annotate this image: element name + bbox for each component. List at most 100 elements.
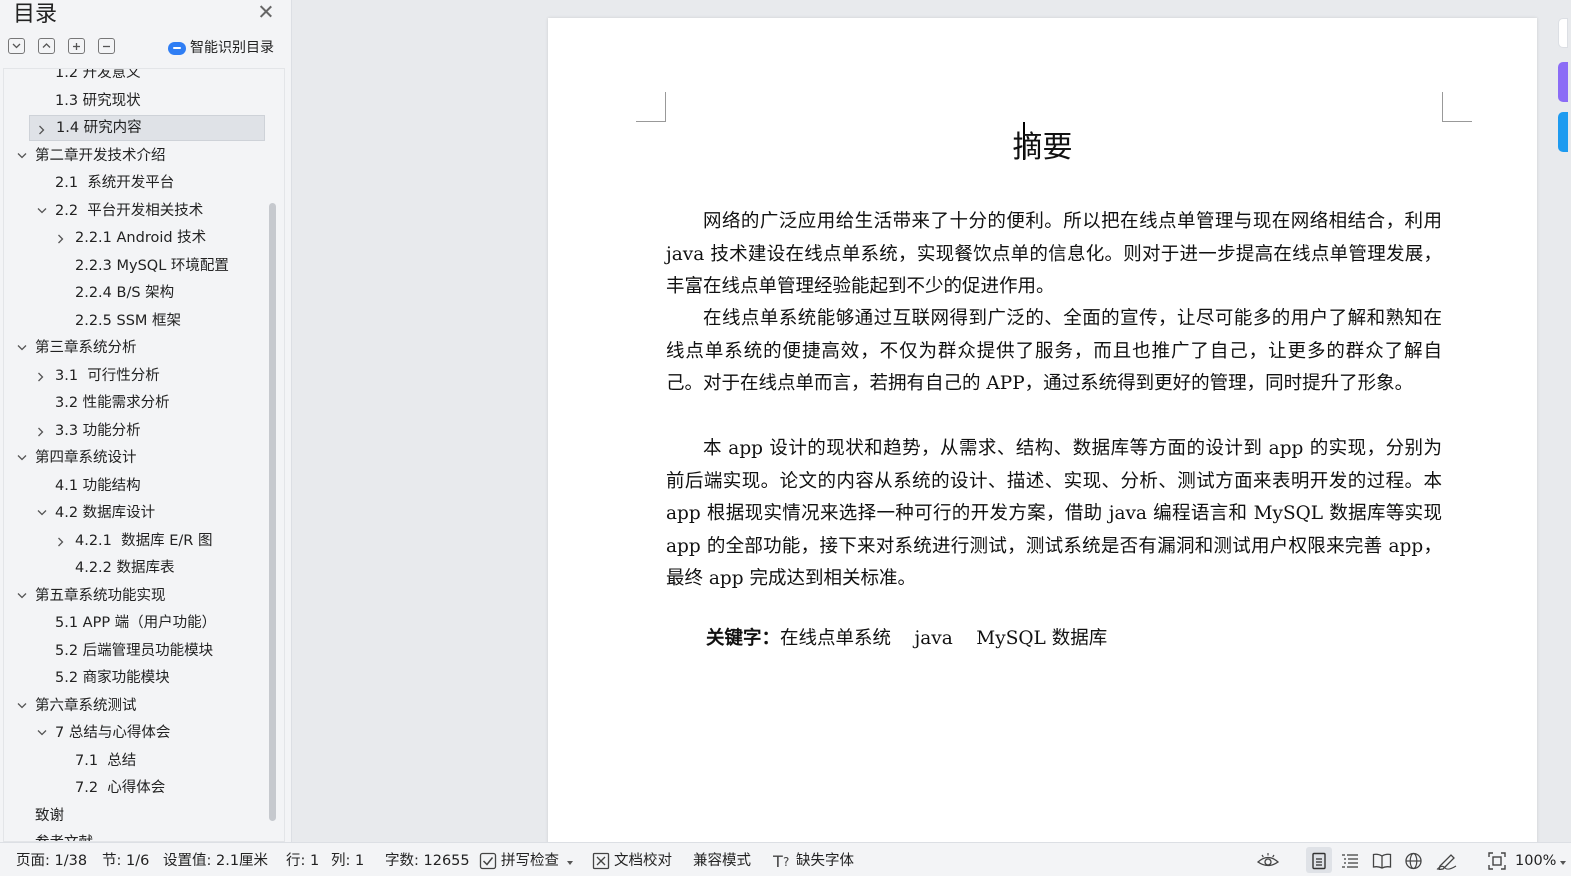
- document-page[interactable]: 摘要 网络的广泛应用给生活带来了十分的便利。所以把在线点单管理与现在网络相结合，…: [548, 18, 1537, 848]
- missing-font-button[interactable]: 缺失字体: [796, 852, 854, 870]
- proofread-button[interactable]: 文档校对: [614, 852, 672, 870]
- word-count[interactable]: 字数: 12655: [385, 852, 470, 870]
- toc-item[interactable]: 2.2.5 SSM 框架: [4, 308, 264, 334]
- toc-chapter-item[interactable]: 第六章系统测试: [4, 693, 264, 719]
- toc-item[interactable]: 7.1 总结: [4, 748, 264, 774]
- toc-item[interactable]: 3.2 性能需求分析: [4, 390, 264, 416]
- toc-item[interactable]: 7 总结与心得体会: [4, 720, 264, 746]
- chevron-down-icon[interactable]: [17, 702, 27, 711]
- toc-item[interactable]: 5.2 后端管理员功能模块: [4, 638, 264, 664]
- toc-chapter-item[interactable]: 致谢: [4, 803, 264, 829]
- page-view-icon[interactable]: [1310, 852, 1328, 870]
- toc-item[interactable]: 1.2 开发意义: [4, 68, 264, 86]
- toc-item-label: 致谢: [35, 807, 64, 824]
- chevron-down-icon[interactable]: [37, 729, 47, 738]
- toc-chapter-item[interactable]: 参考文献: [4, 830, 264, 841]
- chevron-right-icon[interactable]: [37, 427, 46, 436]
- smart-toc-button[interactable]: 智能识别目录: [168, 37, 274, 57]
- smart-toc-label: 智能识别目录: [190, 40, 274, 56]
- toc-item[interactable]: 2.2.4 B/S 架构: [4, 280, 264, 306]
- toc-item[interactable]: 2.2.3 MySQL 环境配置: [4, 253, 264, 279]
- toc-chapter-item[interactable]: 第二章开发技术介绍: [4, 143, 264, 169]
- chevron-down-icon[interactable]: [1559, 855, 1567, 873]
- toc-item-label: 1.3 研究现状: [55, 92, 141, 109]
- toc-item-label: 4.2.2 数据库表: [75, 560, 175, 576]
- toc-item-label: 第二章开发技术介绍: [35, 147, 166, 164]
- chevron-right-icon[interactable]: [37, 372, 46, 381]
- missing-font-icon[interactable]: T?: [772, 852, 793, 871]
- toc-item-label: 第三章系统分析: [35, 340, 137, 356]
- close-icon[interactable]: [258, 4, 274, 20]
- keywords-line: 关键字：在线点单系统 java MySQL 数据库: [706, 624, 1107, 650]
- abstract-paragraph: 网络的广泛应用给生活带来了十分的便利。所以把在线点单管理与现在网络相结合，利用 …: [666, 211, 1442, 298]
- toc-item-label: 2.2.3 MySQL 环境配置: [75, 257, 229, 274]
- toc-item-label: 1.4 研究内容: [56, 120, 142, 136]
- toc-item[interactable]: 2.2.1 Android 技术: [4, 225, 264, 251]
- setting-indicator[interactable]: 设置值: 2.1厘米: [163, 852, 268, 870]
- zoom-level[interactable]: 100%: [1515, 852, 1556, 870]
- side-panel-tab-blue[interactable]: [1558, 112, 1568, 152]
- toc-item[interactable]: 5.1 APP 端（用户功能）: [4, 610, 264, 636]
- toc-item[interactable]: 5.2 商家功能模块: [4, 665, 264, 691]
- chevron-down-icon[interactable]: [17, 592, 27, 601]
- toc-item-label: 2.2.4 B/S 架构: [75, 285, 175, 301]
- toc-item-label: 4.1 功能结构: [55, 477, 141, 494]
- compat-mode-button[interactable]: 兼容模式: [693, 852, 751, 870]
- toc-item[interactable]: 1.3 研究现状: [4, 88, 264, 114]
- collapse-all-icon[interactable]: [38, 38, 55, 54]
- abstract-paragraph: 在线点单系统能够通过互联网得到广泛的、全面的宣传，让尽可能多的用户了解和熟知在线…: [666, 308, 1442, 395]
- toc-item[interactable]: 1.4 研究内容: [29, 115, 265, 141]
- toc-item[interactable]: 2.2 平台开发相关技术: [4, 198, 264, 224]
- section-indicator[interactable]: 节: 1/6: [102, 852, 149, 870]
- toc-item[interactable]: 4.2.2 数据库表: [4, 555, 264, 581]
- toc-item[interactable]: 7.2 心得体会: [4, 775, 264, 801]
- toc-item[interactable]: 3.1 可行性分析: [4, 363, 264, 389]
- outline-view-icon[interactable]: [1341, 852, 1359, 870]
- toc-item[interactable]: 4.2 数据库设计: [4, 500, 264, 526]
- toc-chapter-item[interactable]: 第四章系统设计: [4, 445, 264, 471]
- toc-item-label: 7.1 总结: [75, 752, 137, 769]
- toc-item[interactable]: 3.3 功能分析: [4, 418, 264, 444]
- reading-mode-icon[interactable]: [1372, 852, 1392, 870]
- toc-chapter-item[interactable]: 第五章系统功能实现: [4, 583, 264, 609]
- page-indicator[interactable]: 页面: 1/38: [16, 852, 87, 870]
- chevron-down-icon[interactable]: [37, 509, 47, 518]
- proofread-icon[interactable]: [592, 852, 610, 870]
- spellcheck-icon[interactable]: [479, 852, 497, 870]
- cloud-ai-icon: [168, 40, 186, 55]
- toc-scrollbar-thumb[interactable]: [269, 203, 276, 821]
- toc-item-label: 1.2 开发意义: [55, 68, 141, 81]
- side-panel-tab-purple[interactable]: [1558, 62, 1568, 102]
- pen-write-icon[interactable]: [1436, 852, 1458, 871]
- add-heading-icon[interactable]: [68, 38, 85, 54]
- eye-protection-icon[interactable]: [1256, 852, 1280, 870]
- margin-mark-top-right: [1442, 92, 1472, 122]
- toc-toolbar: [8, 38, 115, 56]
- toc-item[interactable]: 4.2.1 数据库 E/R 图: [4, 528, 264, 554]
- abstract-title: 摘要: [1012, 130, 1073, 165]
- toc-item[interactable]: 4.1 功能结构: [4, 473, 264, 499]
- toc-sidebar: 目录 智能识别目录 1.2 开发意义 1.3 研究现状 1.4 研究内容第二章开发技…: [0, 0, 292, 842]
- fit-page-icon[interactable]: [1488, 852, 1506, 870]
- web-layout-icon[interactable]: [1404, 852, 1423, 870]
- toc-chapter-item[interactable]: 第三章系统分析: [4, 335, 264, 361]
- chevron-down-icon[interactable]: [17, 344, 27, 353]
- toc-item-label: 7 总结与心得体会: [55, 725, 171, 741]
- chevron-down-icon[interactable]: [17, 454, 27, 463]
- chevron-down-icon[interactable]: [17, 152, 27, 161]
- side-panel-tab[interactable]: [1558, 18, 1568, 48]
- expand-all-icon[interactable]: [8, 38, 25, 54]
- chevron-right-icon[interactable]: [57, 234, 66, 244]
- toc-item-label: 2.2.1 Android 技术: [75, 230, 207, 246]
- chevron-down-icon[interactable]: [566, 855, 574, 873]
- chevron-down-icon[interactable]: [37, 207, 47, 216]
- toc-item-label: 3.2 性能需求分析: [55, 395, 170, 411]
- toc-item[interactable]: 2.1 系统开发平台: [4, 170, 264, 196]
- remove-heading-icon[interactable]: [98, 38, 115, 54]
- toc-item-label: 7.2 心得体会: [75, 780, 166, 796]
- spellcheck-button[interactable]: 拼写检查: [501, 852, 559, 870]
- sidebar-title: 目录: [13, 2, 58, 27]
- chevron-right-icon[interactable]: [57, 537, 66, 546]
- toc-item-label: 5.2 后端管理员功能模块: [55, 642, 214, 659]
- chevron-right-icon[interactable]: [38, 125, 47, 135]
